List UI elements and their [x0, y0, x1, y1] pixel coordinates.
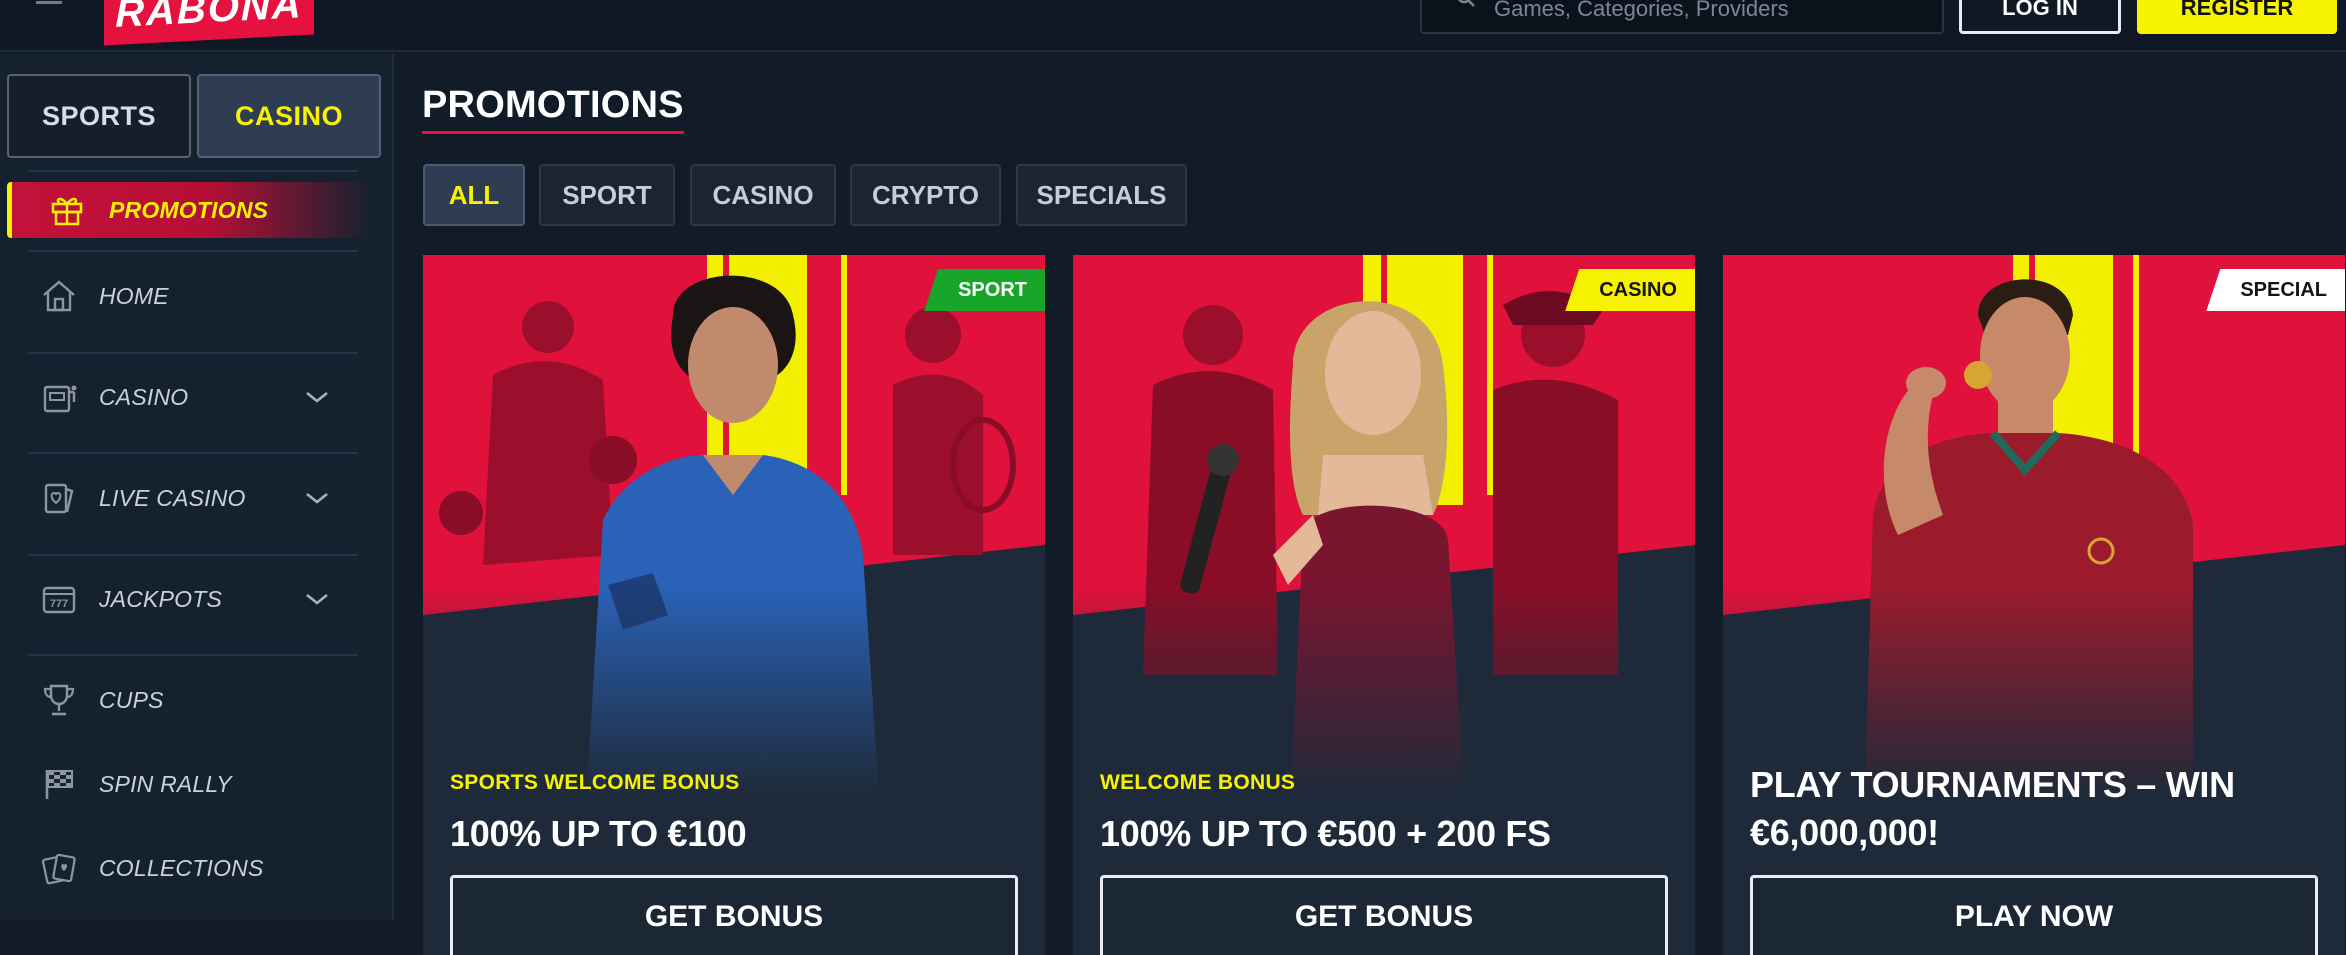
get-bonus-button[interactable]: GET BONUS: [1100, 875, 1668, 955]
play-now-button[interactable]: PLAY NOW: [1750, 875, 2318, 955]
sidebar: SPORTS CASINO PROMOTIONS HOME CASINO LIV…: [0, 54, 394, 920]
filter-specials[interactable]: SPECIALS: [1016, 164, 1187, 226]
chevron-down-icon[interactable]: [304, 491, 330, 505]
search-placeholder: Games, Categories, Providers: [1494, 0, 1789, 21]
sidebar-item-label: CASINO: [99, 383, 189, 410]
divider: [28, 452, 358, 454]
divider: [28, 554, 358, 556]
menu-icon[interactable]: [36, 0, 62, 4]
svg-text:777: 777: [50, 598, 68, 610]
gift-icon: [51, 197, 83, 226]
sports-promo-image: [423, 255, 1045, 855]
promo-card-casino[interactable]: CASINO WELCOME BONUS 100% UP TO €500 + 2…: [1073, 255, 1695, 955]
page-title: PROMOTIONS: [422, 84, 684, 134]
slot-machine-icon: [43, 385, 77, 413]
sidebar-item-home[interactable]: HOME: [0, 254, 394, 338]
divider: [28, 654, 358, 656]
get-bonus-button[interactable]: GET BONUS: [450, 875, 1018, 955]
chevron-down-icon[interactable]: [304, 592, 330, 606]
sidebar-item-label: PROMOTIONS: [109, 196, 269, 223]
promo-headline: 100% UP TO €100: [450, 813, 747, 854]
jackpot-777-icon: 777: [42, 586, 76, 614]
category-badge: SPECIAL: [2206, 269, 2345, 311]
search-input[interactable]: Games, Categories, Providers: [1420, 0, 1944, 34]
promo-subtitle: WELCOME BONUS: [1100, 771, 1296, 794]
cards-icon: [44, 483, 74, 514]
home-icon: [43, 280, 75, 312]
filter-crypto[interactable]: CRYPTO: [850, 164, 1001, 226]
promo-headline: PLAY TOURNAMENTS – WIN €6,000,000!: [1750, 764, 2235, 853]
login-button[interactable]: LOG IN: [1959, 0, 2121, 34]
sports-switch-button[interactable]: SPORTS: [7, 74, 191, 158]
site-logo[interactable]: RABONA: [104, 0, 314, 46]
sidebar-item-label: SPIN RALLY: [99, 770, 232, 797]
sidebar-item-live-casino[interactable]: LIVE CASINO: [0, 456, 394, 540]
sidebar-item-jackpots[interactable]: 777 JACKPOTS: [0, 557, 394, 641]
sidebar-item-cups[interactable]: CUPS: [0, 658, 394, 742]
filter-sport[interactable]: SPORT: [539, 164, 675, 226]
sidebar-item-collections[interactable]: COLLECTIONS: [0, 826, 394, 910]
casino-switch-button[interactable]: CASINO: [197, 74, 381, 158]
main-content: PROMOTIONS ALL SPORT CASINO CRYPTO SPECI…: [396, 54, 2346, 955]
sidebar-item-label: LIVE CASINO: [99, 484, 246, 511]
sidebar-item-casino[interactable]: CASINO: [0, 355, 394, 439]
divider: [28, 250, 358, 252]
divider: [28, 352, 358, 354]
casino-promo-image: [1073, 255, 1695, 855]
sidebar-item-promotions[interactable]: PROMOTIONS: [7, 182, 371, 238]
divider: [28, 170, 358, 172]
top-header: RABONA Games, Categories, Providers LOG …: [0, 0, 2346, 52]
register-button[interactable]: REGISTER: [2137, 0, 2337, 34]
promo-card-sport[interactable]: SPORT SPORTS WELCOME BONUS 100% UP TO €1…: [423, 255, 1045, 955]
category-badge: CASINO: [1565, 269, 1695, 311]
chevron-down-icon[interactable]: [304, 390, 330, 404]
search-icon: [1458, 0, 1475, 7]
promo-subtitle: SPORTS WELCOME BONUS: [450, 771, 740, 794]
trophy-icon: [43, 684, 75, 716]
sidebar-item-label: HOME: [99, 282, 169, 309]
promo-card-special[interactable]: SPECIAL PLAY TOURNAMENTS – WIN €6,000,00…: [1723, 255, 2345, 955]
promo-headline: 100% UP TO €500 + 200 FS: [1100, 813, 1551, 854]
sidebar-item-spin-rally[interactable]: SPIN RALLY: [0, 742, 394, 826]
collections-icon: [41, 853, 76, 885]
category-badge: SPORT: [924, 269, 1045, 311]
filter-casino[interactable]: CASINO: [690, 164, 836, 226]
sidebar-item-label: JACKPOTS: [99, 585, 223, 612]
sidebar-item-label: CUPS: [99, 686, 164, 713]
sidebar-item-label: COLLECTIONS: [99, 854, 264, 881]
checkered-flag-icon: [45, 770, 73, 799]
filter-all[interactable]: ALL: [423, 164, 525, 226]
logo-text: RABONA: [115, 0, 303, 36]
